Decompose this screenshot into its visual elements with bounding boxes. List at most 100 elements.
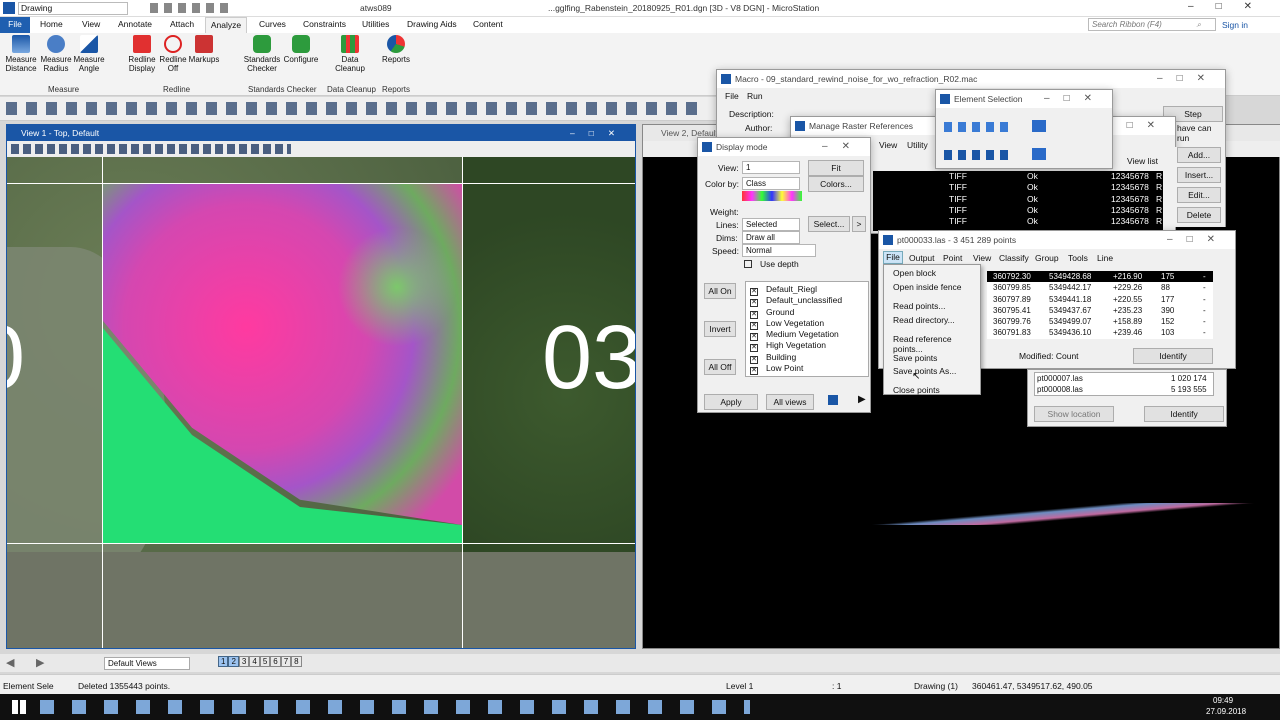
tab-view[interactable]: View bbox=[82, 19, 100, 29]
view-select-icon[interactable] bbox=[828, 395, 838, 405]
lines-field[interactable]: Selected bbox=[742, 218, 800, 231]
tab-drawing-aids[interactable]: Drawing Aids bbox=[407, 19, 457, 29]
tab-constraints[interactable]: Constraints bbox=[303, 19, 346, 29]
invert-button[interactable]: Invert bbox=[704, 321, 736, 337]
select-button[interactable]: Select... bbox=[808, 216, 850, 232]
default-views-select[interactable]: Default Views bbox=[104, 657, 190, 670]
tab-analyze[interactable]: Analyze bbox=[205, 17, 247, 33]
table-row[interactable]: TIFF Ok 12345678 R bbox=[873, 182, 1163, 193]
workflow-combo[interactable]: Drawing bbox=[18, 2, 128, 15]
table-row[interactable]: 360799.76 5349499.07 +158.89 152- bbox=[987, 316, 1213, 327]
points-menu-output[interactable]: Output bbox=[909, 253, 935, 263]
class-checkbox[interactable]: ✕ bbox=[750, 367, 758, 376]
markups-button[interactable]: Markups bbox=[188, 35, 220, 64]
tab-utilities[interactable]: Utilities bbox=[362, 19, 389, 29]
points-menu-point[interactable]: Point bbox=[943, 253, 962, 263]
view-tool-icons[interactable] bbox=[11, 144, 291, 154]
apply-button[interactable]: Apply bbox=[704, 394, 758, 410]
view-number-buttons[interactable]: 12345678 bbox=[218, 656, 302, 667]
macro-menu-file[interactable]: File bbox=[725, 91, 739, 101]
list-item[interactable]: ✕ Default_Riegl bbox=[750, 284, 864, 296]
colors-button[interactable]: Colors... bbox=[808, 176, 864, 192]
view-button-8[interactable]: 8 bbox=[291, 656, 302, 667]
raster-delete-button[interactable]: Delete bbox=[1177, 207, 1221, 223]
view-button-5[interactable]: 5 bbox=[259, 656, 271, 667]
back-icon[interactable]: ◀ bbox=[6, 656, 14, 669]
configure-button[interactable]: Configure bbox=[283, 35, 319, 64]
view-button-2[interactable]: 2 bbox=[228, 656, 239, 667]
measure-angle-button[interactable]: Measure Angle bbox=[73, 35, 105, 73]
menu-save-points-as[interactable]: Save points As... bbox=[893, 366, 956, 376]
list-item[interactable]: ✕ Medium Vegetation bbox=[750, 329, 864, 342]
tab-attach[interactable]: Attach bbox=[170, 19, 194, 29]
color-by-field[interactable]: Class bbox=[742, 177, 800, 190]
reports-button[interactable]: Reports bbox=[378, 35, 414, 64]
selection-mode-icons[interactable] bbox=[944, 122, 1014, 132]
raster-menu-view[interactable]: View bbox=[879, 140, 897, 150]
view1-window-controls[interactable]: –□✕ bbox=[570, 125, 629, 141]
list-item[interactable]: ✕ Default_unclassified bbox=[750, 295, 864, 308]
measure-distance-button[interactable]: Measure Distance bbox=[4, 35, 38, 73]
selection-method-icons[interactable] bbox=[944, 150, 1014, 160]
class-list[interactable]: ✕ Default_Riegl ✕ Default_unclassified ✕ Gr… bbox=[745, 281, 869, 377]
view-button-6[interactable]: 6 bbox=[270, 656, 281, 667]
tab-curves[interactable]: Curves bbox=[259, 19, 286, 29]
tool-icons[interactable] bbox=[6, 102, 706, 115]
all-on-button[interactable]: All On bbox=[704, 283, 736, 299]
points-menu-group[interactable]: Group bbox=[1035, 253, 1059, 263]
list-item[interactable]: ✕ High Vegetation bbox=[750, 340, 864, 353]
select-all-icon[interactable] bbox=[1032, 148, 1046, 160]
standards-checker-button[interactable]: Standards Checker bbox=[243, 35, 281, 73]
forward-icon[interactable]: ▶ bbox=[36, 656, 44, 669]
menu-read-reference-points[interactable]: Read reference points... bbox=[893, 334, 980, 354]
macro-menu-run[interactable]: Run bbox=[747, 91, 763, 101]
view-button-1[interactable]: 1 bbox=[218, 656, 229, 667]
points-menu-classify[interactable]: Classify bbox=[999, 253, 1029, 263]
table-row[interactable]: 360799.85 5349442.17 +229.26 88- bbox=[987, 282, 1213, 293]
view1-canvas[interactable]: 03 0 bbox=[7, 157, 635, 648]
table-row[interactable]: 360792.30 5349428.68 +216.90 175- bbox=[987, 271, 1213, 283]
points-menu-tools[interactable]: Tools bbox=[1068, 253, 1088, 263]
table-row[interactable]: TIFF Ok 12345678 R bbox=[873, 205, 1163, 216]
taskbar-app-icons[interactable] bbox=[40, 700, 750, 714]
table-row[interactable]: 360791.83 5349436.10 +239.46 103- bbox=[987, 327, 1213, 338]
view-button-3[interactable]: 3 bbox=[238, 656, 250, 667]
start-icon[interactable] bbox=[12, 700, 26, 714]
tab-annotate[interactable]: Annotate bbox=[118, 19, 152, 29]
list-item[interactable]: ✕ Ground bbox=[750, 307, 864, 319]
search-input[interactable]: Search Ribbon (F4) ⌕ bbox=[1088, 18, 1216, 31]
view-button-7[interactable]: 7 bbox=[280, 656, 292, 667]
raster-menu-utility[interactable]: Utility bbox=[907, 140, 928, 150]
use-depth-checkbox[interactable]: Use depth bbox=[744, 259, 799, 269]
files-identify-button[interactable]: Identify bbox=[1144, 406, 1224, 422]
show-location-button[interactable]: Show location bbox=[1034, 406, 1114, 422]
window-controls[interactable]: –□✕ bbox=[1188, 1, 1274, 12]
all-off-button[interactable]: All Off bbox=[704, 359, 736, 375]
data-cleanup-button[interactable]: Data Cleanup bbox=[330, 35, 370, 73]
menu-close-points[interactable]: Close points bbox=[893, 385, 940, 395]
menu-open-block[interactable]: Open block bbox=[893, 268, 936, 278]
table-row[interactable]: TIFF Ok 12345678 R bbox=[873, 216, 1163, 227]
measure-radius-button[interactable]: Measure Radius bbox=[40, 35, 72, 73]
table-row[interactable]: TIFF Ok 12345678 R bbox=[873, 194, 1163, 205]
list-item[interactable]: ✕ Building bbox=[750, 352, 864, 364]
view-field[interactable]: 1 bbox=[742, 161, 800, 174]
raster-insert-button[interactable]: Insert... bbox=[1177, 167, 1221, 183]
more-button[interactable]: > bbox=[852, 216, 866, 232]
list-item[interactable]: pt000007.las 1 020 174 bbox=[1035, 373, 1213, 384]
menu-save-points[interactable]: Save points bbox=[893, 353, 937, 363]
points-menu-file[interactable]: File bbox=[883, 251, 903, 264]
menu-read-directory[interactable]: Read directory... bbox=[893, 315, 955, 325]
table-row[interactable]: 360795.41 5349437.67 +235.23 390- bbox=[987, 305, 1213, 316]
raster-table[interactable]: TIFF Ok 12345678 R TIFF Ok 12345678 R TIFF Ok 12… bbox=[873, 171, 1163, 231]
raster-add-button[interactable]: Add... bbox=[1177, 147, 1221, 163]
sign-in-link[interactable]: Sign in bbox=[1222, 20, 1248, 30]
all-views-button[interactable]: All views bbox=[766, 394, 814, 410]
tab-home[interactable]: Home bbox=[40, 19, 63, 29]
list-item[interactable]: pt000008.las 5 193 555 bbox=[1035, 384, 1213, 395]
speed-field[interactable]: Normal bbox=[742, 244, 816, 257]
list-item[interactable]: ✕ Low Point bbox=[750, 363, 864, 376]
tab-content[interactable]: Content bbox=[473, 19, 503, 29]
status-model[interactable]: Drawing (1) bbox=[914, 681, 958, 691]
list-item[interactable]: ✕ Low Vegetation bbox=[750, 318, 864, 330]
